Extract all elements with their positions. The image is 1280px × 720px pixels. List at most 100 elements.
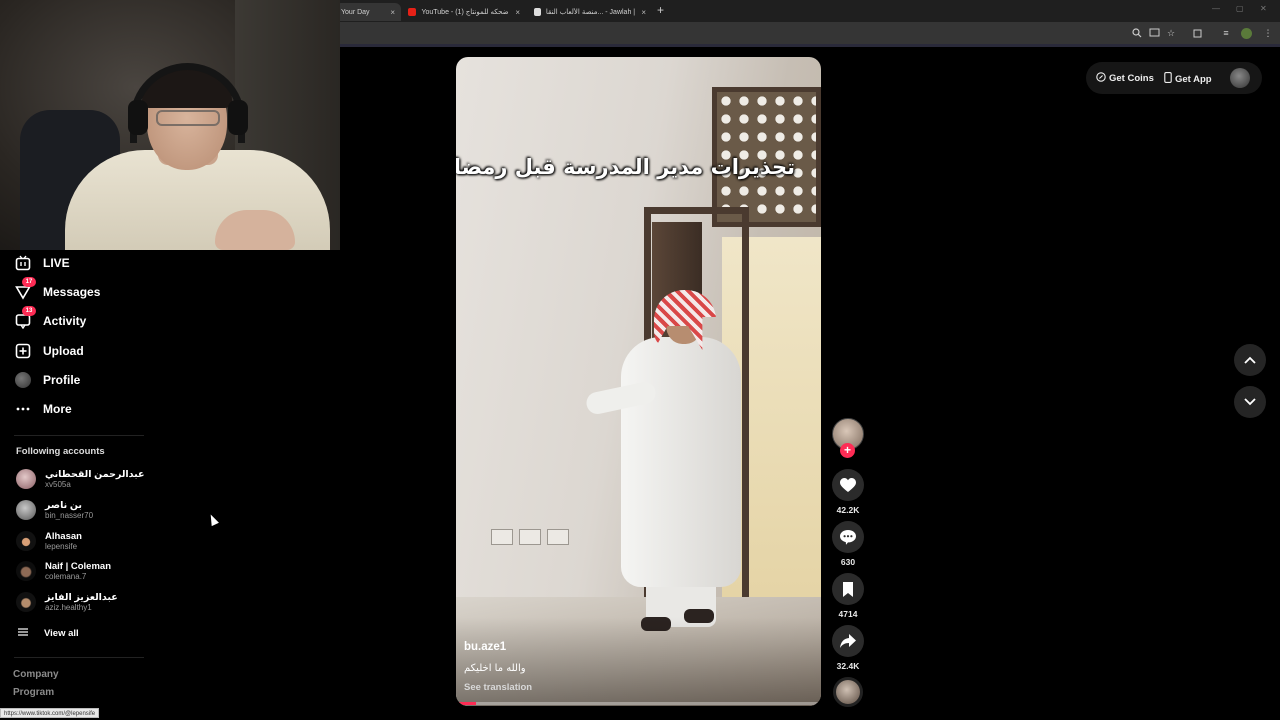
sidebar-item-profile[interactable]: Profile [15, 372, 80, 388]
tab-jawlah[interactable]: منصة الألعاب النقا... - Jawlah | جولة × [528, 3, 652, 21]
following-account[interactable]: بن ناصر bin_nasser70 [16, 500, 93, 520]
media-control-icon[interactable]: ≡ [1220, 27, 1232, 39]
comment-button[interactable] [832, 521, 864, 553]
comment-bubble-icon [840, 529, 856, 545]
tab-title: YouTube - صوت ضحكه للمونتاج (1) [421, 9, 510, 16]
tab-title: Your Day [341, 8, 370, 16]
following-accounts-title: Following accounts [16, 446, 105, 457]
avatar [16, 500, 36, 520]
user-avatar[interactable] [1230, 68, 1250, 88]
following-account[interactable]: عبدالعزيز الفايز aziz.healthy1 [16, 592, 118, 612]
mouse-cursor [207, 512, 219, 527]
video-description: والله ما اخليكم [464, 663, 526, 674]
sidebar-item-label: Upload [43, 344, 84, 358]
close-window-icon[interactable]: ✕ [1260, 4, 1267, 13]
close-tab-icon[interactable]: × [515, 8, 520, 17]
get-coins-button[interactable]: Get Coins [1096, 72, 1154, 85]
avatar [16, 592, 36, 612]
sidebar-item-messages[interactable]: 17 Messages [15, 277, 101, 300]
avatar [16, 531, 36, 551]
browser-profile-icon[interactable] [1240, 27, 1252, 39]
youtube-favicon-icon [408, 8, 417, 16]
bookmark-icon [843, 581, 853, 597]
see-translation-link[interactable]: See translation [464, 682, 532, 693]
footer-company-link[interactable]: Company [13, 669, 59, 680]
music-disc-icon[interactable] [833, 677, 863, 707]
maximize-icon[interactable]: ▢ [1236, 4, 1244, 13]
minimize-icon[interactable]: — [1212, 4, 1220, 13]
activity-badge: 13 [22, 306, 36, 316]
sidebar-item-label: More [43, 402, 72, 416]
get-coins-label: Get Coins [1109, 73, 1154, 84]
zoom-icon[interactable] [1131, 27, 1143, 39]
account-name: عبدالرحمن القحطاني [45, 469, 145, 480]
view-all-link[interactable]: View all [18, 627, 79, 640]
following-account[interactable]: عبدالرحمن القحطاني xv505a [16, 469, 145, 489]
get-app-button[interactable]: Get App [1164, 72, 1212, 86]
comment-count: 630 [840, 557, 856, 567]
save-count: 4714 [838, 609, 858, 619]
follow-plus-icon[interactable]: + [840, 443, 855, 458]
tab-your-day[interactable]: Your Day × [335, 3, 401, 21]
tab-youtube[interactable]: YouTube - صوت ضحكه للمونتاج (1) × [402, 3, 526, 21]
streamer-webcam [0, 0, 340, 250]
sidebar-item-live[interactable]: LIVE [15, 255, 70, 271]
view-all-label: View all [44, 628, 79, 639]
account-name: Alhasan [45, 531, 82, 542]
video-caption-overlay: تحذيرات مدير المدرسة قبل رمضان : [456, 155, 795, 179]
new-tab-button[interactable]: + [657, 3, 664, 17]
bookmark-star-icon[interactable]: ☆ [1165, 27, 1177, 39]
cast-icon[interactable] [1148, 27, 1160, 39]
messages-badge: 17 [22, 277, 36, 287]
sidebar-item-more[interactable]: More [15, 401, 72, 417]
close-tab-icon[interactable]: × [390, 8, 395, 17]
extensions-icon[interactable] [1192, 27, 1204, 39]
avatar [16, 469, 36, 489]
share-button[interactable] [832, 625, 864, 657]
account-name: Naif | Coleman [45, 561, 112, 572]
account-username: xv505a [45, 480, 71, 489]
account-name: عبدالعزيز الفايز [45, 592, 118, 603]
more-dots-icon [15, 401, 31, 417]
status-bar-url: https://www.tiktok.com/@lepensife [0, 708, 100, 718]
next-video-button[interactable] [1234, 386, 1266, 418]
account-username: lepensife [45, 542, 78, 551]
following-account[interactable]: Naif | Coleman colemana.7 [16, 561, 111, 581]
profile-avatar-icon [15, 372, 31, 388]
sidebar-item-label: Messages [43, 285, 101, 299]
get-app-label: Get App [1175, 73, 1212, 85]
coin-icon [1096, 72, 1106, 85]
sidebar-item-upload[interactable]: Upload [15, 343, 84, 359]
share-arrow-icon [840, 634, 856, 648]
video-progress-bar[interactable] [456, 702, 821, 705]
chevron-up-icon [1244, 356, 1256, 364]
list-icon [18, 627, 28, 640]
account-username: aziz.healthy1 [45, 603, 92, 612]
close-tab-icon[interactable]: × [641, 8, 646, 17]
jawlah-favicon-icon [534, 8, 541, 16]
sidebar-item-label: LIVE [43, 256, 70, 270]
sidebar-divider [14, 435, 144, 436]
save-button[interactable] [832, 573, 864, 605]
video-player[interactable]: تحذيرات مدير المدرسة قبل رمضان : bu.aze1… [456, 57, 821, 706]
messages-icon: 17 [15, 277, 36, 300]
share-count: 32.4K [836, 661, 860, 671]
chevron-down-icon [1244, 398, 1256, 406]
sidebar-item-activity[interactable]: 13 Activity [15, 306, 87, 329]
video-author-username[interactable]: bu.aze1 [464, 641, 506, 653]
account-name: بن ناصر [45, 500, 82, 511]
live-tv-icon [15, 255, 31, 271]
sidebar-item-label: Activity [43, 314, 87, 328]
account-username: bin_nasser70 [45, 511, 94, 520]
tab-title: منصة الألعاب النقا... - Jawlah | جولة [545, 9, 636, 16]
video-progress-fill [456, 702, 477, 705]
upload-icon [15, 343, 31, 359]
previous-video-button[interactable] [1234, 344, 1266, 376]
footer-program-link[interactable]: Program [13, 687, 54, 698]
avatar [16, 561, 36, 581]
like-button[interactable] [832, 469, 864, 501]
sidebar-item-label: Profile [43, 373, 81, 387]
following-account[interactable]: Alhasan lepensife [16, 531, 82, 551]
activity-icon: 13 [15, 306, 36, 329]
browser-menu-icon[interactable]: ⋮ [1262, 27, 1274, 39]
